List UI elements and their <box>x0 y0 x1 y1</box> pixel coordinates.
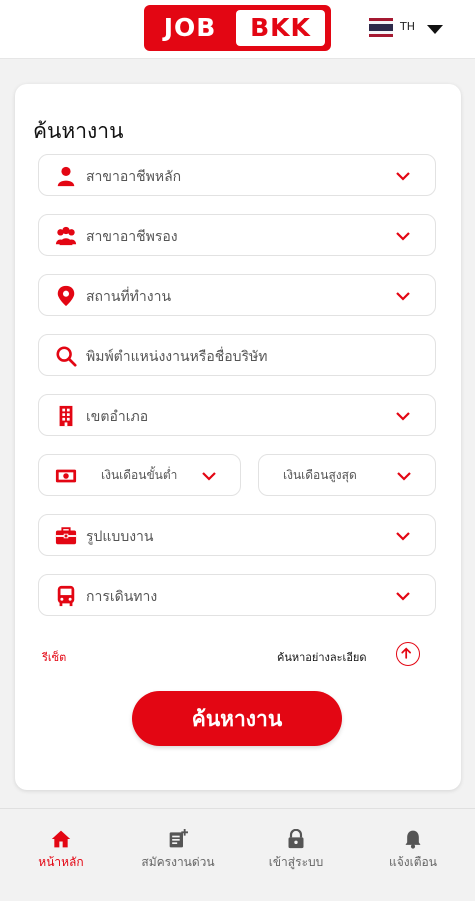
workplace-label: สถานที่ทำงาน <box>86 289 172 305</box>
arrow-up-icon <box>401 647 411 659</box>
sub-occupation-label: สาขาอาชีพรอง <box>86 229 178 245</box>
nav-label-login: เข้าสู่ระบบ <box>268 855 324 869</box>
transport-label: การเดินทาง <box>86 589 158 605</box>
chevron-down-icon <box>396 292 410 301</box>
chevron-down-icon <box>396 232 410 241</box>
bottom-navigation: หน้าหลัก สมัครงานด่วน เข้าสู่ระบบ แจ้งเต… <box>0 808 475 901</box>
language-code: TH <box>400 20 415 33</box>
workplace-select[interactable]: สถานที่ทำงาน <box>38 274 436 316</box>
bus-icon <box>57 585 75 607</box>
transport-select[interactable]: การเดินทาง <box>38 574 436 616</box>
app-header: JOB BKK TH <box>0 0 475 59</box>
nav-item-notifications[interactable]: แจ้งเตือน <box>354 809 472 901</box>
language-selector[interactable]: TH <box>369 16 449 40</box>
nav-label-notifications: แจ้งเตือน <box>389 855 437 869</box>
nav-label-quick-apply: สมัครงานด่วน <box>141 855 215 869</box>
people-icon <box>55 226 77 246</box>
lock-icon <box>288 829 304 849</box>
jobbkk-logo[interactable]: JOB BKK <box>144 5 331 51</box>
thai-flag-icon <box>369 18 393 37</box>
sub-occupation-select[interactable]: สาขาอาชีพรอง <box>38 214 436 256</box>
chevron-down-icon <box>397 472 411 481</box>
building-icon <box>59 405 73 427</box>
search-card: ค้นหางาน สาขาอาชีพหลัก สาขาอาชีพรอง สถาน… <box>15 84 461 790</box>
logo-text-job: JOB <box>163 13 217 42</box>
chevron-down-icon <box>396 592 410 601</box>
chevron-down-icon <box>202 472 216 481</box>
main-occupation-select[interactable]: สาขาอาชีพหลัก <box>38 154 436 196</box>
location-pin-icon <box>57 285 75 307</box>
district-select[interactable]: เขตอำเภอ <box>38 394 436 436</box>
chevron-down-icon <box>396 172 410 181</box>
nav-item-login[interactable]: เข้าสู่ระบบ <box>237 809 355 901</box>
search-icon <box>56 346 77 367</box>
nav-item-quick-apply[interactable]: สมัครงานด่วน <box>119 809 237 901</box>
money-icon <box>55 469 77 483</box>
salary-min-select[interactable]: เงินเดือนขั้นต่ำ <box>38 454 241 496</box>
salary-max-label: เงินเดือนสูงสุด <box>283 468 357 482</box>
salary-min-label: เงินเดือนขั้นต่ำ <box>101 468 178 482</box>
search-button[interactable]: ค้นหางาน <box>132 691 342 746</box>
keyword-search-input[interactable]: พิมพ์ตำแหน่งงานหรือชื่อบริษัท <box>38 334 436 376</box>
person-icon <box>57 166 75 187</box>
district-label: เขตอำเภอ <box>86 409 149 425</box>
logo-text-bkk: BKK <box>236 10 325 46</box>
chevron-down-icon <box>396 532 410 541</box>
briefcase-icon <box>55 527 77 545</box>
chevron-down-icon <box>396 412 410 421</box>
job-type-select[interactable]: รูปแบบงาน <box>38 514 436 556</box>
keyword-placeholder: พิมพ์ตำแหน่งงานหรือชื่อบริษัท <box>86 349 268 365</box>
quick-apply-icon <box>169 829 188 848</box>
main-occupation-label: สาขาอาชีพหลัก <box>86 169 182 185</box>
caret-down-icon <box>427 25 443 34</box>
home-icon <box>51 830 71 848</box>
bell-icon <box>405 830 421 849</box>
advanced-search-toggle[interactable] <box>396 642 420 666</box>
salary-max-select[interactable]: เงินเดือนสูงสุด <box>258 454 436 496</box>
job-type-label: รูปแบบงาน <box>86 529 154 545</box>
nav-label-home: หน้าหลัก <box>38 855 84 869</box>
form-title: ค้นหางาน <box>33 119 124 143</box>
nav-item-home[interactable]: หน้าหลัก <box>2 809 120 901</box>
reset-link[interactable]: รีเซ็ต <box>42 648 66 666</box>
advanced-search-label[interactable]: ค้นหาอย่างละเอียด <box>277 648 367 666</box>
